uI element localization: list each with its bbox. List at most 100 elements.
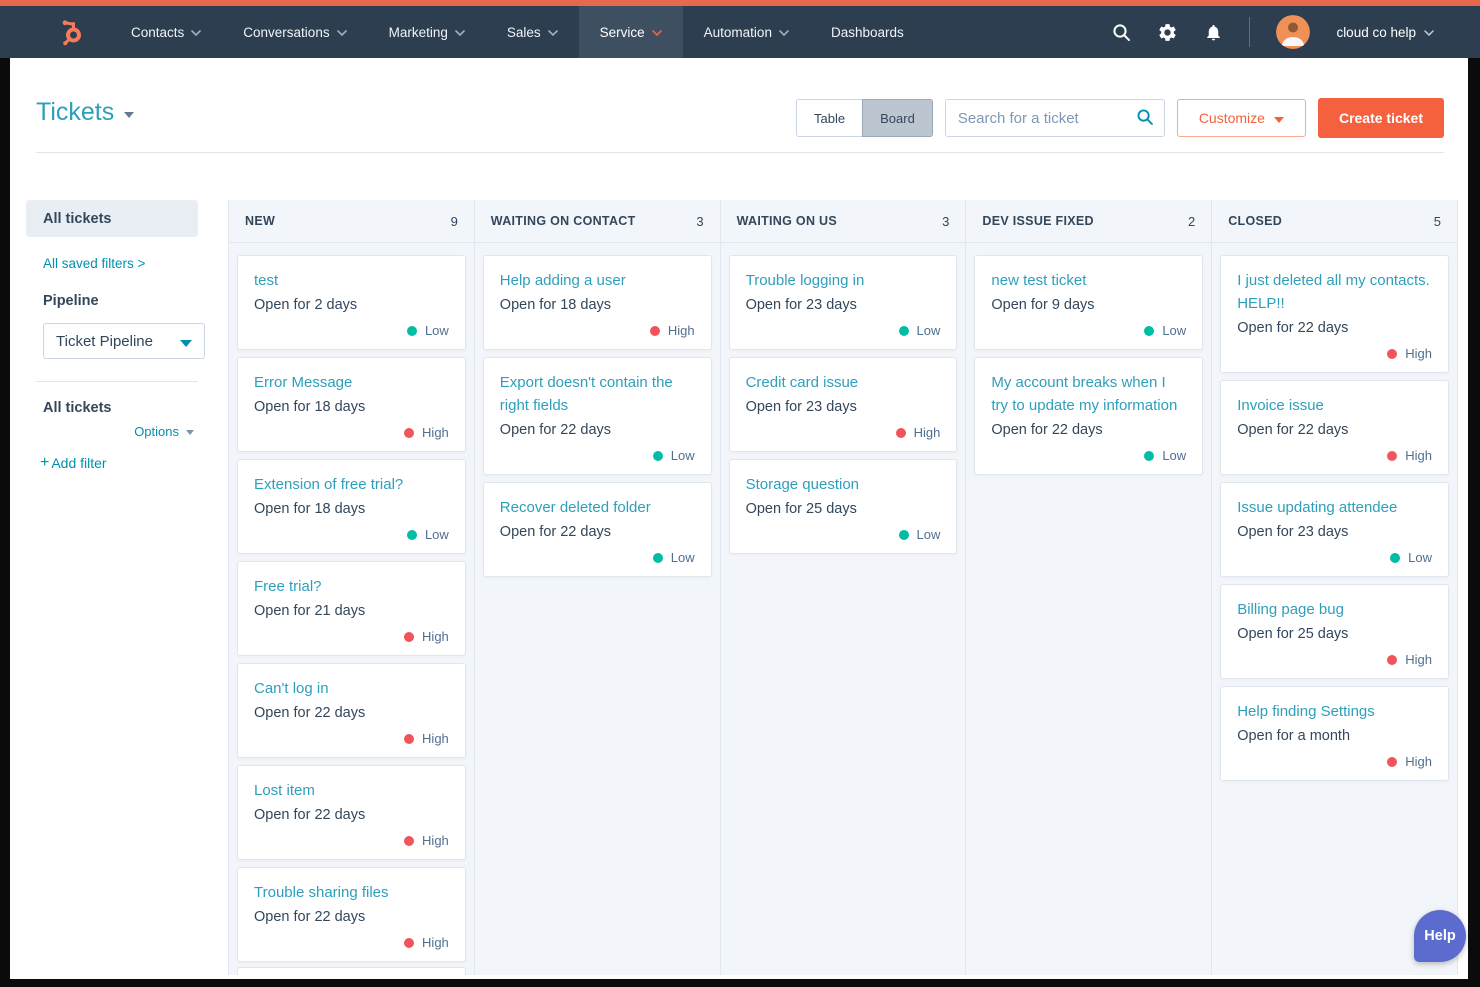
ticket-title-link[interactable]: Trouble logging in (746, 269, 941, 292)
column-title: NEW (245, 214, 276, 228)
nav-item-automation[interactable]: Automation (683, 6, 810, 58)
priority-badge: High (746, 425, 940, 440)
partial-ticket-card[interactable] (237, 967, 466, 975)
priority-dot (406, 325, 417, 336)
pipeline-label: Pipeline (43, 293, 99, 309)
ticket-card[interactable]: Help finding Settings Open for a month Hig… (1220, 686, 1449, 781)
nav-item-label: Conversations (243, 24, 330, 40)
ticket-card[interactable]: Trouble logging in Open for 23 days Low (728, 255, 958, 350)
priority-badge: High (254, 425, 449, 440)
ticket-card[interactable]: test Open for 2 days Low (237, 255, 466, 350)
priority-label: Low (1162, 323, 1187, 338)
view-toggle-board[interactable]: Board (862, 99, 933, 137)
nav-item-sales[interactable]: Sales (486, 6, 579, 58)
column-title: WAITING ON CONTACT (490, 214, 636, 228)
pipeline-select[interactable]: Ticket Pipeline (43, 323, 205, 359)
ticket-title-link[interactable]: Billing page bug (1237, 598, 1432, 621)
nav-item-conversations[interactable]: Conversations (222, 6, 367, 58)
ticket-search-input[interactable] (944, 99, 1165, 137)
ticket-title-link[interactable]: Issue updating attendee (1237, 496, 1432, 519)
sidebar-item-all-tickets[interactable]: All tickets (26, 200, 198, 237)
notifications-bell-icon[interactable] (1204, 23, 1223, 42)
page-title[interactable]: Tickets (36, 98, 135, 127)
ticket-card[interactable]: Credit card issue Open for 23 days High (728, 357, 958, 452)
ticket-card[interactable]: Billing page bug Open for 25 days High (1220, 584, 1449, 679)
options-button[interactable]: Options (26, 424, 198, 439)
all-saved-filters-link[interactable]: All saved filters > (43, 256, 198, 271)
priority-dot (1387, 654, 1398, 665)
column-body: Trouble logging in Open for 23 days Low Cre… (721, 243, 966, 975)
column-body: Help adding a user Open for 18 days High Ex… (475, 243, 720, 975)
nav-item-contacts[interactable]: Contacts (110, 6, 222, 58)
settings-gear-icon[interactable] (1157, 22, 1178, 43)
create-ticket-button[interactable]: Create ticket (1317, 98, 1444, 138)
priority-label: Low (670, 448, 695, 463)
priority-label: High (422, 731, 449, 746)
ticket-card[interactable]: I just deleted all my contacts. HELP!! Op… (1220, 255, 1449, 373)
ticket-card[interactable]: Issue updating attendee Open for 23 days L… (1220, 482, 1449, 577)
column-title: WAITING ON US (736, 214, 838, 228)
hubspot-logo-icon[interactable] (56, 6, 86, 58)
priority-badge: High (1237, 754, 1432, 769)
ticket-title-link[interactable]: Extension of free trial? (254, 473, 449, 496)
avatar[interactable] (1276, 15, 1311, 49)
priority-badge: Low (991, 323, 1186, 338)
view-toggle-table[interactable]: Table (796, 99, 863, 137)
nav-item-service[interactable]: Service (578, 6, 683, 58)
ticket-title-link[interactable]: test (254, 269, 449, 292)
ticket-card[interactable]: Trouble sharing files Open for 22 days Hig… (237, 867, 466, 962)
ticket-card[interactable]: new test ticket Open for 9 days Low (974, 255, 1204, 350)
ticket-card[interactable]: Can't log in Open for 22 days High (237, 663, 466, 758)
ticket-open-duration: Open for 21 days (254, 603, 366, 619)
ticket-title-link[interactable]: Free trial? (254, 575, 449, 598)
ticket-title-link[interactable]: My account breaks when I try to update m… (991, 371, 1186, 417)
ticket-title-link[interactable]: Storage question (746, 473, 941, 496)
ticket-card[interactable]: Extension of free trial? Open for 18 days… (237, 459, 466, 554)
ticket-open-duration: Open for 22 days (254, 807, 366, 823)
customize-button[interactable]: Customize (1176, 99, 1306, 137)
priority-dot (404, 733, 415, 744)
ticket-card[interactable]: Error Message Open for 18 days High (237, 357, 466, 452)
priority-label: Low (424, 323, 449, 338)
ticket-card[interactable]: Lost item Open for 22 days High (237, 765, 466, 860)
ticket-card[interactable]: Recover deleted folder Open for 22 days Lo… (482, 482, 712, 577)
priority-badge: Low (746, 527, 940, 542)
board-column: CLOSED 5 I just deleted all my contacts. H… (1211, 200, 1458, 975)
title-caret-icon (124, 111, 135, 118)
ticket-card[interactable]: Export doesn't contain the right fields O… (482, 357, 712, 475)
ticket-title-link[interactable]: I just deleted all my contacts. HELP!! (1237, 269, 1432, 315)
ticket-title-link[interactable]: Help adding a user (500, 269, 695, 292)
nav-item-marketing[interactable]: Marketing (368, 6, 486, 58)
ticket-title-link[interactable]: Export doesn't contain the right fields (500, 371, 695, 417)
ticket-card[interactable]: My account breaks when I try to update m… (974, 357, 1204, 475)
priority-badge: High (254, 629, 449, 644)
ticket-title-link[interactable]: Can't log in (254, 677, 449, 700)
ticket-search (944, 99, 1165, 137)
ticket-card[interactable]: Help adding a user Open for 18 days High (482, 255, 712, 350)
column-header: NEW 9 (229, 200, 474, 243)
search-icon[interactable] (1112, 23, 1131, 42)
ticket-card[interactable]: Storage question Open for 25 days Low (728, 459, 958, 554)
ticket-card[interactable]: Invoice issue Open for 22 days High (1220, 380, 1449, 475)
column-title: DEV ISSUE FIXED (982, 214, 1094, 228)
nav-item-label: Contacts (131, 24, 185, 40)
priority-dot (1390, 552, 1401, 563)
priority-badge: High (254, 731, 449, 746)
ticket-title-link[interactable]: Invoice issue (1237, 394, 1432, 417)
search-icon[interactable] (1136, 108, 1154, 131)
column-count: 9 (450, 213, 458, 229)
top-navbar: Contacts Conversations Marketing Sales Servi… (0, 6, 1480, 58)
help-button[interactable]: Help (1414, 910, 1466, 962)
ticket-title-link[interactable]: Recover deleted folder (500, 496, 695, 519)
ticket-card[interactable]: Free trial? Open for 21 days High (237, 561, 466, 656)
ticket-title-link[interactable]: Trouble sharing files (254, 881, 449, 904)
ticket-title-link[interactable]: Help finding Settings (1237, 700, 1432, 723)
account-menu[interactable]: cloud co help (1336, 25, 1434, 40)
ticket-open-duration: Open for 9 days (991, 297, 1095, 313)
ticket-title-link[interactable]: Error Message (254, 371, 449, 394)
nav-item-dashboards[interactable]: Dashboards (810, 6, 925, 58)
ticket-title-link[interactable]: Lost item (254, 779, 449, 802)
ticket-title-link[interactable]: new test ticket (991, 269, 1186, 292)
ticket-title-link[interactable]: Credit card issue (746, 371, 941, 394)
add-filter-button[interactable]: + Add filter (40, 455, 198, 472)
